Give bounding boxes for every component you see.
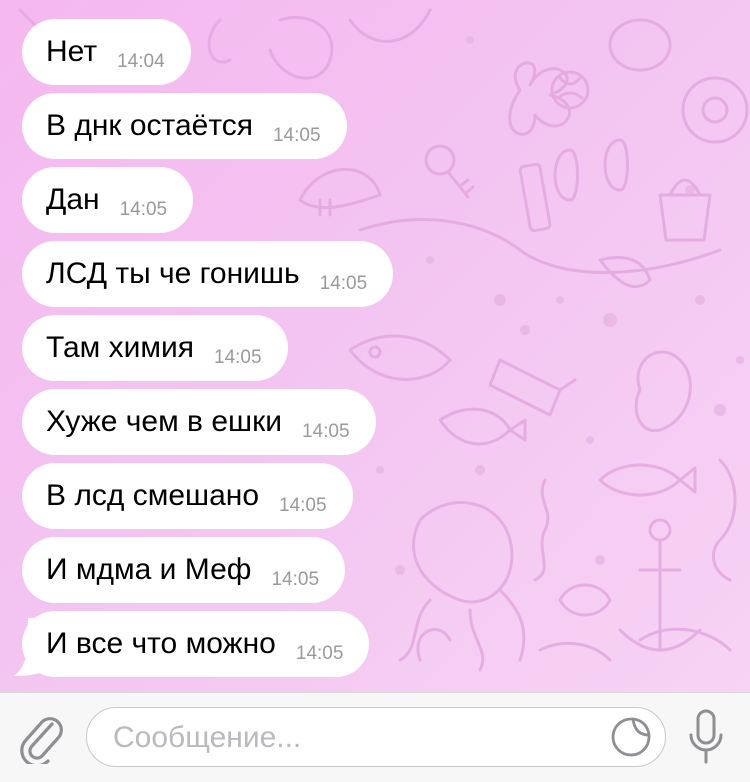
message-time: 14:05 [272,125,321,146]
message-input[interactable]: Сообщение... [86,707,666,767]
chat-area: Нет 14:04 В днк остаётся 14:05 Дан 14:05… [0,0,750,692]
message-time: 14:05 [119,199,168,220]
message-text: Дан [46,183,100,216]
message-text: ЛСД ты че гонишь [46,257,300,290]
message-text: Хуже чем в ешки [46,405,282,438]
message-composer: Сообщение... [0,692,750,782]
message-bubble[interactable]: Там химия 14:05 [22,315,288,381]
microphone-icon[interactable] [686,708,726,766]
message-text: В лсд смешано [46,479,260,512]
message-placeholder: Сообщение... [113,721,302,754]
message-bubble[interactable]: Нет 14:04 [22,19,191,85]
message-bubble[interactable]: Хуже чем в ешки 14:05 [22,389,376,455]
message-time: 14:05 [214,347,262,368]
message-bubble[interactable]: В днк остаётся 14:05 [22,93,347,159]
message-time: 14:04 [117,51,165,72]
message-bubble[interactable]: И мдма и Меф 14:05 [22,537,346,603]
message-bubble[interactable]: Дан 14:05 [22,167,194,233]
message-text: И мдма и Меф [46,553,252,586]
message-text: И все что можно [46,627,276,660]
message-bubble[interactable]: ЛСД ты че гонишь 14:05 [22,241,394,307]
message-bubble[interactable]: В лсд смешано 14:05 [22,463,353,529]
message-time: 14:05 [301,421,350,442]
paperclip-icon[interactable] [18,710,66,764]
message-text: Там химия [46,331,195,364]
message-time: 14:05 [295,643,344,664]
message-bubble[interactable]: И все что можно 14:05 [22,611,370,677]
message-time: 14:05 [279,495,327,516]
sticker-icon[interactable] [611,717,651,757]
message-text: Нет [46,35,98,68]
message-time: 14:05 [271,569,320,590]
message-time: 14:05 [319,273,368,294]
message-text: В днк остаётся [46,109,253,142]
